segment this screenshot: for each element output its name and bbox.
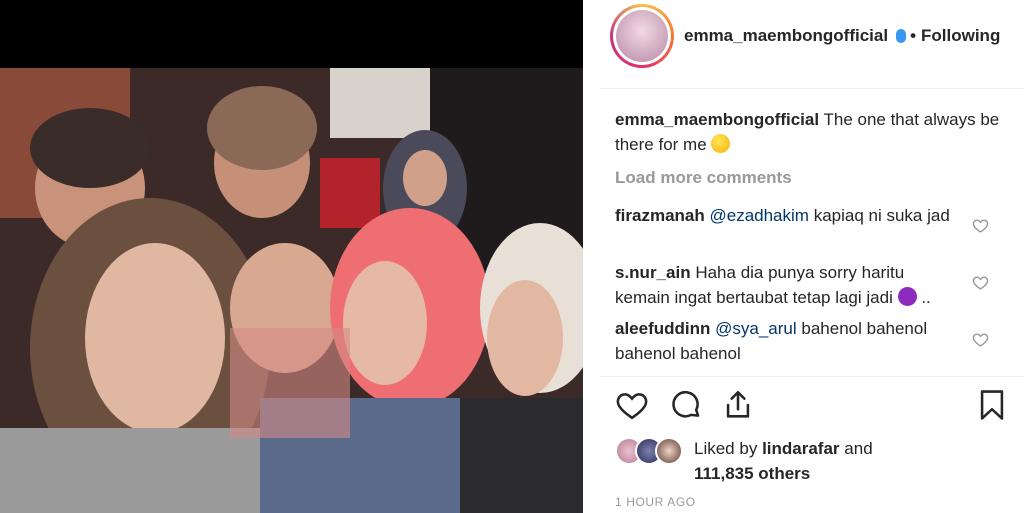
header-divider (599, 88, 1024, 89)
author-avatar-image (616, 10, 668, 62)
post-timestamp[interactable]: 1 HOUR AGO (615, 495, 696, 509)
comment-like-heart-icon[interactable] (972, 331, 989, 348)
verified-badge-icon (896, 29, 907, 43)
comment-item: firazmanah @ezadhakim kapiaq ni suka jad (615, 203, 955, 228)
comment-suffix: .. (921, 288, 931, 307)
comment-mention[interactable]: @ezadhakim (709, 206, 808, 225)
smiling-devil-icon (897, 287, 917, 306)
post-media-pane (0, 0, 583, 513)
likes-connector: and (844, 439, 873, 458)
load-more-comments-button[interactable]: Load more comments (615, 168, 792, 188)
liker-avatars (615, 437, 695, 465)
likes-text: Liked by lindarafar and 111,835 others (694, 436, 994, 486)
post-action-bar (615, 388, 1010, 428)
liker-avatar[interactable] (655, 437, 683, 465)
comment-username[interactable]: firazmanah (615, 206, 705, 225)
likes-prefix: Liked by (694, 439, 758, 458)
comment-item: aleefuddinn @sya_arul bahenol bahenol ba… (615, 316, 955, 366)
liked-by-username[interactable]: lindarafar (762, 439, 839, 458)
following-button[interactable]: Following (921, 26, 1000, 46)
comments-divider (599, 376, 1024, 377)
header-separator: • (910, 26, 917, 45)
comment-like-heart-icon[interactable] (972, 274, 989, 291)
caption-username[interactable]: emma_maembongofficial (615, 110, 819, 129)
slightly-smiling-face-icon (711, 134, 731, 153)
comment-username[interactable]: aleefuddinn (615, 319, 710, 338)
comment-text: kapiaq ni suka jad (813, 206, 950, 225)
post-photo[interactable] (0, 68, 583, 513)
author-username[interactable]: emma_maembongofficial (684, 26, 888, 46)
post-header: emma_maembongofficial • Following (583, 0, 1024, 72)
comment-icon[interactable] (669, 388, 703, 422)
post-detail-panel: emma_maembongofficial • Following emma_m… (583, 0, 1024, 513)
bookmark-icon[interactable] (975, 388, 1009, 422)
heart-icon[interactable] (615, 388, 649, 422)
share-icon[interactable] (721, 388, 755, 422)
likes-count[interactable]: 111,835 others (694, 464, 810, 483)
post-caption: emma_maembongofficial The one that alway… (615, 107, 1010, 157)
comment-username[interactable]: s.nur_ain (615, 263, 691, 282)
comment-mention[interactable]: @sya_arul (715, 319, 797, 338)
comment-item: s.nur_ain Haha dia punya sorry haritu ke… (615, 260, 955, 310)
group-selfie-image (0, 68, 583, 513)
comment-like-heart-icon[interactable] (972, 217, 989, 234)
author-avatar[interactable] (610, 4, 674, 68)
